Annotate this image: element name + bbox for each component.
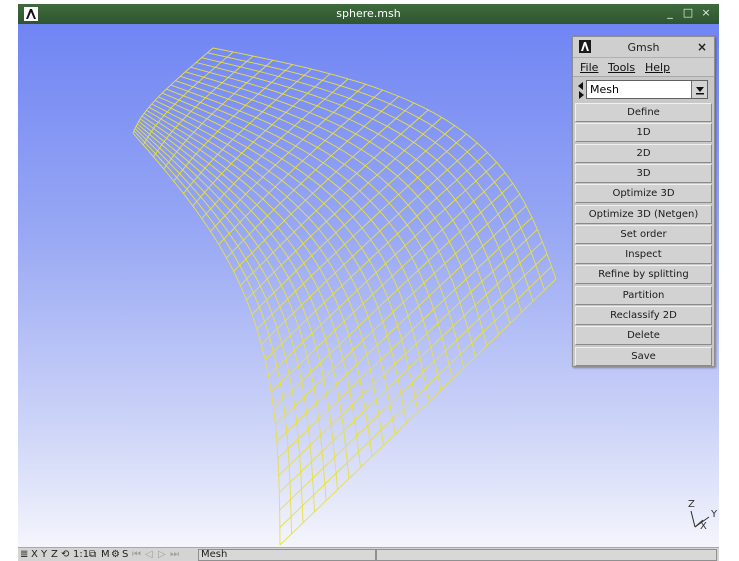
optimize-3d-netgen-button[interactable]: Optimize 3D (Netgen) — [575, 204, 712, 224]
window-title: sphere.msh — [336, 7, 401, 20]
set-order-button[interactable]: Set order — [575, 224, 712, 244]
panel-title: Gmsh — [627, 41, 660, 54]
status-message: Mesh — [198, 549, 376, 561]
axis-y-label: Y — [710, 509, 718, 520]
window-titlebar[interactable]: sphere.msh _ □ × — [18, 4, 719, 24]
mesh-line — [275, 194, 521, 425]
gmsh-menu-panel: Gmsh × File Tools Help Mesh Define 1D 2D 3D… — [572, 36, 715, 367]
2d-button[interactable]: 2D — [575, 143, 712, 163]
first-step-icon[interactable]: ⏮ — [132, 548, 141, 561]
mesh-line — [201, 57, 534, 302]
status-bar: ≣ X Y Z ⟲ 1:1 ⧉ M ⚙ S ⏮ ◁ ▷ ⏭ Mesh — [18, 547, 719, 561]
projection-icon[interactable]: ⧉ — [89, 548, 96, 561]
3d-button[interactable]: 3D — [575, 163, 712, 183]
status-message-secondary — [376, 549, 717, 561]
panel-menubar: File Tools Help — [573, 57, 714, 77]
refine-by-splitting-button[interactable]: Refine by splitting — [575, 265, 712, 285]
maximize-button[interactable]: □ — [681, 6, 695, 20]
rotate-icon[interactable]: ⟲ — [61, 548, 69, 561]
next-step-icon[interactable]: ▷ — [158, 548, 166, 561]
mesh-line — [137, 123, 327, 501]
lasso-icon[interactable]: ⚙ — [111, 548, 120, 561]
partition-button[interactable]: Partition — [575, 285, 712, 305]
view-y-button[interactable]: Y — [41, 548, 47, 561]
module-nav-arrows-icon[interactable] — [577, 81, 585, 99]
axis-z-label: Z — [688, 499, 695, 510]
optimize-3d-button[interactable]: Optimize 3D — [575, 184, 712, 204]
define-button[interactable]: Define — [575, 103, 712, 122]
menu-help[interactable]: Help — [645, 61, 670, 74]
mesh-line — [207, 52, 545, 291]
panel-close-button[interactable]: × — [697, 40, 707, 54]
last-step-icon[interactable]: ⏭ — [170, 548, 179, 561]
close-button[interactable]: × — [699, 6, 713, 20]
mesh-line — [270, 172, 506, 393]
mesh-line — [143, 112, 373, 457]
panel-titlebar[interactable]: Gmsh × — [573, 37, 714, 57]
view-x-button[interactable]: X — [31, 548, 38, 561]
scale-reset-button[interactable]: 1:1 — [73, 548, 89, 561]
module-select-value: Mesh — [590, 83, 619, 96]
prev-step-icon[interactable]: ◁ — [145, 548, 153, 561]
mesh-line — [251, 125, 455, 315]
axis-x-label: X — [700, 521, 707, 532]
delete-button[interactable]: Delete — [575, 326, 712, 346]
view-z-button[interactable]: Z — [51, 548, 58, 561]
menu-file[interactable]: File — [580, 61, 598, 74]
chevron-down-icon[interactable] — [691, 81, 707, 98]
mesh-line — [183, 68, 312, 194]
menu-toggle-icon[interactable]: ≣ — [20, 548, 28, 561]
menu-tools[interactable]: Tools — [608, 61, 635, 74]
mesh-line — [190, 66, 511, 324]
reclassify-2d-button[interactable]: Reclassify 2D — [575, 306, 712, 325]
inspect-button[interactable]: Inspect — [575, 245, 712, 265]
screenshot-button[interactable]: S — [122, 548, 128, 561]
mesh-line — [278, 241, 543, 494]
1d-button[interactable]: 1D — [575, 123, 712, 143]
mesh-line — [175, 80, 476, 357]
minimize-button[interactable]: _ — [663, 6, 677, 20]
mesh-line — [277, 217, 533, 459]
module-select[interactable]: Mesh — [586, 80, 708, 99]
save-button[interactable]: Save — [575, 346, 712, 366]
mesh-line — [210, 83, 366, 232]
mesh-line — [212, 47, 557, 280]
mouse-mode-button[interactable]: M — [101, 548, 110, 561]
mesh-line — [218, 89, 383, 245]
